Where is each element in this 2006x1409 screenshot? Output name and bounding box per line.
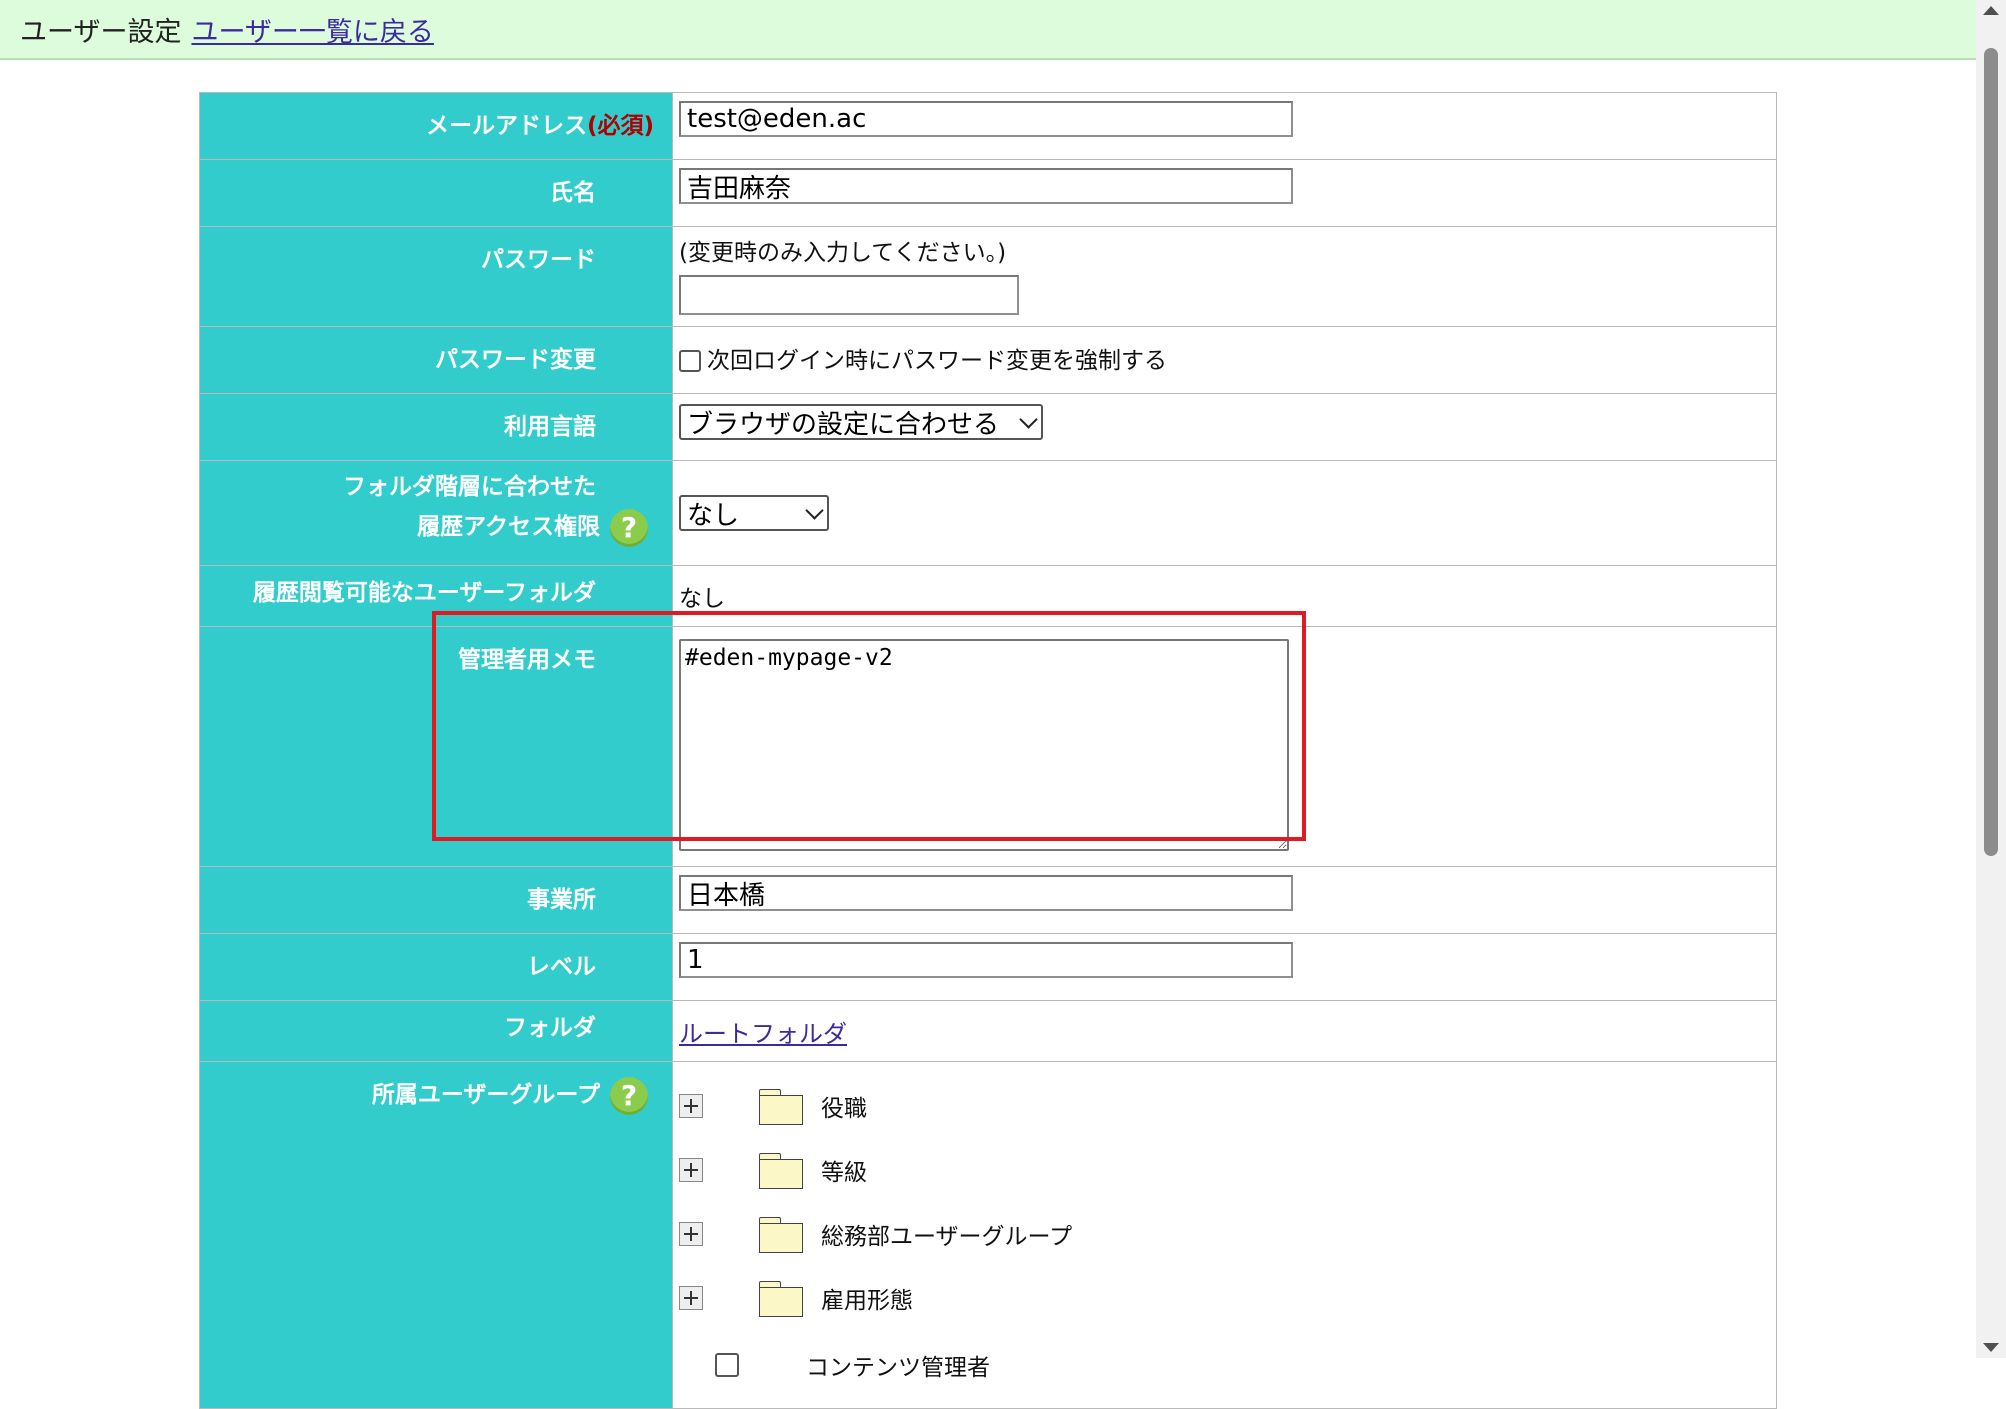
help-icon[interactable]: ? — [610, 508, 648, 547]
password-change-label: パスワード変更 — [435, 347, 596, 373]
level-value-cell — [672, 933, 1777, 1001]
language-selected: ブラウザの設定に合わせる — [687, 409, 1000, 440]
expand-plus-icon[interactable] — [679, 1094, 703, 1118]
root-folder-link[interactable]: ルートフォルダ — [679, 1020, 847, 1048]
help-icon[interactable]: ? — [610, 1076, 648, 1115]
row-language: 利用言語 ブラウザの設定に合わせる — [199, 393, 1777, 461]
password-value-cell: (変更時のみ入力してください。) — [672, 226, 1777, 327]
folder-value-cell: ルートフォルダ — [672, 1000, 1777, 1062]
tree-item-label[interactable]: 雇用形態 — [821, 1281, 913, 1315]
name-field[interactable] — [679, 168, 1293, 204]
tree-item-label[interactable]: 等級 — [821, 1153, 867, 1187]
row-email: メールアドレス(必須) — [199, 92, 1777, 160]
tree-item[interactable]: 等級 — [679, 1138, 1770, 1202]
admin-memo-label: 管理者用メモ — [458, 647, 596, 673]
row-history-folder: 履歴閲覧可能なユーザーフォルダ なし — [199, 565, 1777, 627]
page-header: ユーザー設定 ユーザー一覧に戻る — [0, 0, 1976, 60]
required-mark: (必須) — [586, 113, 654, 139]
history-folder-label: 履歴閲覧可能なユーザーフォルダ — [252, 580, 596, 606]
scroll-up-icon[interactable] — [1983, 6, 1999, 15]
password-change-label-cell: パスワード変更 — [199, 326, 673, 394]
level-label: レベル — [527, 954, 596, 980]
page-title: ユーザー設定 — [20, 16, 182, 48]
user-settings-form: メールアドレス(必須) 氏名 パスワード (変更時のみ入力してください。) パス… — [199, 92, 1777, 1409]
row-office: 事業所 — [199, 866, 1777, 934]
row-password: パスワード (変更時のみ入力してください。) — [199, 226, 1777, 327]
user-groups-label: 所属ユーザーグループ — [371, 1082, 600, 1108]
language-label: 利用言語 — [504, 414, 596, 440]
vertical-scrollbar[interactable] — [1976, 0, 2006, 1358]
back-to-user-list-link[interactable]: ユーザー一覧に戻る — [191, 10, 433, 49]
password-field[interactable] — [679, 275, 1019, 315]
history-access-selected: なし — [687, 500, 740, 531]
user-groups-value-cell: 役職 等級 総務部ユーザーグループ 雇用形態 コンテンツ管理者 — [672, 1061, 1777, 1409]
email-label: メールアドレス — [425, 113, 587, 139]
row-folder: フォルダ ルートフォルダ — [199, 1000, 1777, 1062]
office-label-cell: 事業所 — [199, 866, 673, 934]
email-field[interactable] — [679, 101, 1293, 137]
tree-item[interactable]: 役職 — [679, 1074, 1770, 1138]
group-item-label: コンテンツ管理者 — [806, 1355, 990, 1381]
password-change-value-cell: 次回ログイン時にパスワード変更を強制する — [672, 326, 1777, 394]
tree-item-label[interactable]: 総務部ユーザーグループ — [821, 1217, 1072, 1251]
row-user-groups: 所属ユーザーグループ? 役職 等級 総務部ユーザーグループ 雇用形態 コンテンツ… — [199, 1061, 1777, 1409]
chevron-down-icon — [1019, 409, 1038, 429]
name-label: 氏名 — [550, 180, 596, 206]
admin-memo-value-cell: #eden-mypage-v2 — [672, 626, 1777, 867]
history-folder-value-cell: なし — [672, 565, 1777, 627]
group-checkbox[interactable] — [715, 1353, 739, 1377]
history-access-label-line1: フォルダ階層に合わせた — [343, 474, 596, 500]
history-access-select[interactable]: なし — [679, 495, 829, 531]
expand-plus-icon[interactable] — [679, 1222, 703, 1246]
tree-item[interactable]: 総務部ユーザーグループ — [679, 1202, 1770, 1266]
folder-label: フォルダ — [504, 1015, 596, 1041]
password-label: パスワード — [481, 247, 596, 273]
scroll-down-icon[interactable] — [1983, 1343, 1999, 1352]
chevron-down-icon — [805, 500, 824, 520]
email-label-cell: メールアドレス(必須) — [199, 92, 673, 160]
history-access-label-line2: 履歴アクセス権限 — [417, 514, 600, 540]
tree-item[interactable]: 雇用形態 — [679, 1266, 1770, 1330]
history-access-label-cell: フォルダ階層に合わせた 履歴アクセス権限? — [199, 460, 673, 566]
row-history-access: フォルダ階層に合わせた 履歴アクセス権限? なし — [199, 460, 1777, 566]
office-label: 事業所 — [527, 887, 596, 913]
expand-plus-icon[interactable] — [679, 1286, 703, 1310]
name-value-cell — [672, 159, 1777, 227]
scrollbar-thumb[interactable] — [1984, 48, 1998, 856]
history-folder-value: なし — [679, 586, 725, 612]
level-label-cell: レベル — [199, 933, 673, 1001]
language-select[interactable]: ブラウザの設定に合わせる — [679, 404, 1043, 440]
password-label-cell: パスワード — [199, 226, 673, 327]
row-name: 氏名 — [199, 159, 1777, 227]
email-value-cell — [672, 92, 1777, 160]
force-password-change-checkbox[interactable] — [679, 350, 701, 372]
history-folder-label-cell: 履歴閲覧可能なユーザーフォルダ — [199, 565, 673, 627]
office-value-cell — [672, 866, 1777, 934]
folder-icon — [759, 1217, 803, 1253]
row-password-change: パスワード変更 次回ログイン時にパスワード変更を強制する — [199, 326, 1777, 394]
language-label-cell: 利用言語 — [199, 393, 673, 461]
history-access-value-cell: なし — [672, 460, 1777, 566]
user-groups-label-cell: 所属ユーザーグループ? — [199, 1061, 673, 1409]
folder-icon — [759, 1281, 803, 1317]
password-hint: (変更時のみ入力してください。) — [679, 240, 1007, 266]
tree-item-label[interactable]: 役職 — [821, 1089, 867, 1123]
office-field[interactable] — [679, 875, 1293, 911]
admin-memo-textarea[interactable]: #eden-mypage-v2 — [679, 639, 1289, 851]
folder-icon — [759, 1153, 803, 1189]
level-field[interactable] — [679, 942, 1293, 978]
name-label-cell: 氏名 — [199, 159, 673, 227]
group-item[interactable]: コンテンツ管理者 — [679, 1330, 1770, 1400]
force-password-change-label: 次回ログイン時にパスワード変更を強制する — [707, 348, 1167, 374]
expand-plus-icon[interactable] — [679, 1158, 703, 1182]
admin-memo-label-cell: 管理者用メモ — [199, 626, 673, 867]
row-admin-memo: 管理者用メモ #eden-mypage-v2 — [199, 626, 1777, 867]
language-value-cell: ブラウザの設定に合わせる — [672, 393, 1777, 461]
folder-icon — [759, 1089, 803, 1125]
user-group-icon — [751, 1342, 796, 1388]
folder-label-cell: フォルダ — [199, 1000, 673, 1062]
row-level: レベル — [199, 933, 1777, 1001]
